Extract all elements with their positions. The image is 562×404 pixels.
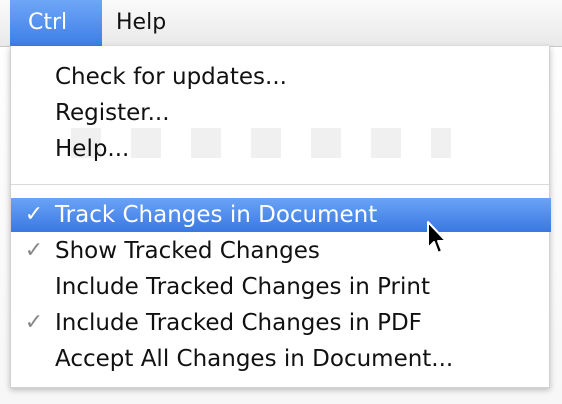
menu-item-help[interactable]: Help... xyxy=(11,132,551,166)
menu-item-label: Check for updates... xyxy=(55,64,287,90)
pointer-arrow-icon xyxy=(427,221,447,254)
menu-item-label: Register... xyxy=(55,100,170,126)
menu-item-label: Include Tracked Changes in PDF xyxy=(55,310,422,336)
checkmark-icon: ✓ xyxy=(24,310,44,335)
screen: Ctrl Help Check for updates... Register.… xyxy=(0,0,562,404)
menu-item-register[interactable]: Register... xyxy=(11,96,551,130)
menu-help[interactable]: Help xyxy=(116,0,196,46)
checkmark-icon: ✓ xyxy=(24,238,44,263)
menu-item-label: Help... xyxy=(55,136,130,162)
menu-item-label: Accept All Changes in Document... xyxy=(55,346,454,372)
menu-item-show-tracked-changes[interactable]: ✓ Show Tracked Changes xyxy=(11,234,551,268)
menu-bar: Ctrl Help xyxy=(0,0,562,47)
menu-item-track-changes-in-document[interactable]: ✓ Track Changes in Document xyxy=(11,198,551,232)
menu-separator xyxy=(11,184,551,185)
menu-item-label: Include Tracked Changes in Print xyxy=(55,274,430,300)
menu-item-include-tracked-changes-in-print[interactable]: Include Tracked Changes in Print xyxy=(11,270,551,304)
ctrl-dropdown-menu: Check for updates... Register... Help...… xyxy=(10,46,551,388)
checkmark-icon: ✓ xyxy=(24,202,44,227)
menu-item-include-tracked-changes-in-pdf[interactable]: ✓ Include Tracked Changes in PDF xyxy=(11,306,551,340)
menu-item-label: Track Changes in Document xyxy=(55,202,378,228)
menu-item-label: Show Tracked Changes xyxy=(55,238,320,264)
menu-item-accept-all-changes-in-document[interactable]: Accept All Changes in Document... xyxy=(11,342,551,376)
menu-item-check-for-updates[interactable]: Check for updates... xyxy=(11,60,551,94)
menu-ctrl[interactable]: Ctrl xyxy=(10,0,102,46)
